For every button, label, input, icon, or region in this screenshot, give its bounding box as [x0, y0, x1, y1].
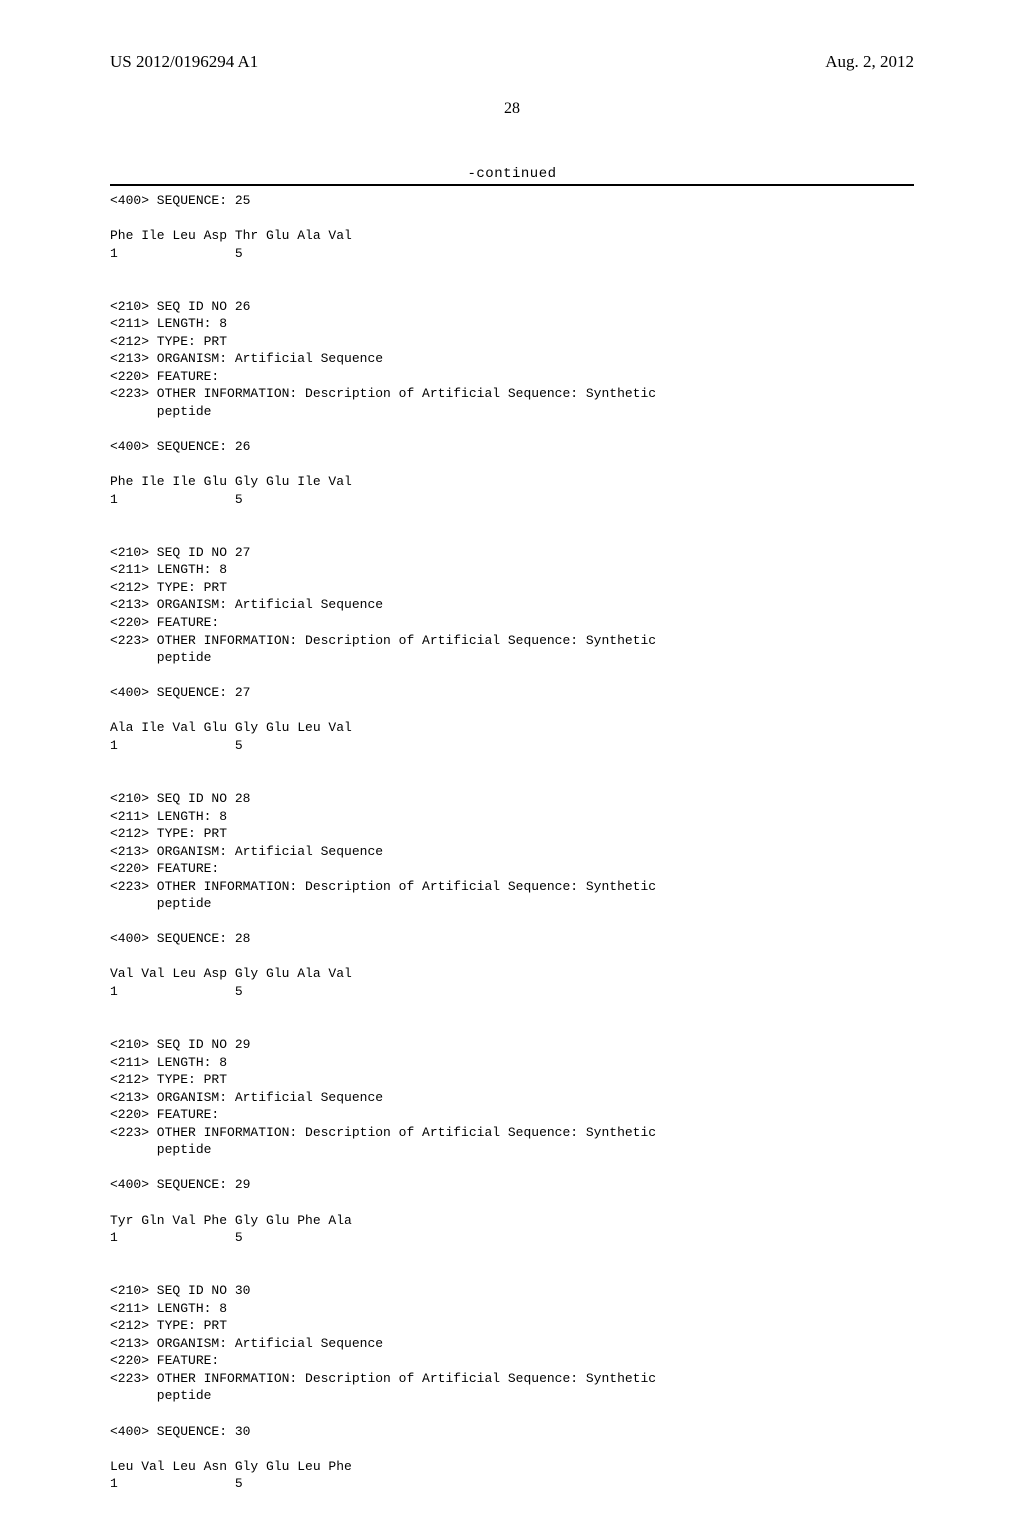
sequence-line: <220> FEATURE: [110, 614, 914, 632]
sequence-line [110, 667, 914, 685]
sequence-line: 1 5 [110, 1229, 914, 1247]
sequence-line: 1 5 [110, 737, 914, 755]
sequence-line: <220> FEATURE: [110, 860, 914, 878]
sequence-line: <213> ORGANISM: Artificial Sequence [110, 1089, 914, 1107]
sequence-line: peptide [110, 1387, 914, 1405]
sequence-line: <212> TYPE: PRT [110, 1071, 914, 1089]
sequence-line [110, 1159, 914, 1177]
continued-label: -continued [110, 166, 914, 182]
sequence-line [110, 913, 914, 931]
sequence-line [110, 1194, 914, 1212]
sequence-line: <211> LENGTH: 8 [110, 561, 914, 579]
sequence-block: <210> SEQ ID NO 27<211> LENGTH: 8<212> T… [110, 544, 914, 755]
sequence-line: <210> SEQ ID NO 27 [110, 544, 914, 562]
sequence-line: <223> OTHER INFORMATION: Description of … [110, 632, 914, 650]
sequence-line: 1 5 [110, 491, 914, 509]
sequence-line: <213> ORGANISM: Artificial Sequence [110, 1335, 914, 1353]
sequence-line: <400> SEQUENCE: 29 [110, 1176, 914, 1194]
sequence-line: peptide [110, 403, 914, 421]
sequence-line: peptide [110, 649, 914, 667]
sequence-line: 1 5 [110, 983, 914, 1001]
sequence-line: <220> FEATURE: [110, 1352, 914, 1370]
sequence-line: Ala Ile Val Glu Gly Glu Leu Val [110, 719, 914, 737]
sequence-line: <212> TYPE: PRT [110, 825, 914, 843]
patent-page: US 2012/0196294 A1 Aug. 2, 2012 28 -cont… [0, 0, 1024, 1320]
sequence-line: <223> OTHER INFORMATION: Description of … [110, 1370, 914, 1388]
sequence-block: <210> SEQ ID NO 29<211> LENGTH: 8<212> T… [110, 1036, 914, 1247]
sequence-line: <211> LENGTH: 8 [110, 315, 914, 333]
sequence-line [110, 1440, 914, 1458]
sequence-line: <220> FEATURE: [110, 368, 914, 386]
sequence-line: Phe Ile Ile Glu Gly Glu Ile Val [110, 473, 914, 491]
sequence-line: <223> OTHER INFORMATION: Description of … [110, 1124, 914, 1142]
sequence-line: Phe Ile Leu Asp Thr Glu Ala Val [110, 227, 914, 245]
sequence-line: <211> LENGTH: 8 [110, 1054, 914, 1072]
sequence-line: <212> TYPE: PRT [110, 333, 914, 351]
sequence-line: Val Val Leu Asp Gly Glu Ala Val [110, 965, 914, 983]
sequence-line: <400> SEQUENCE: 26 [110, 438, 914, 456]
publication-date: Aug. 2, 2012 [825, 52, 914, 72]
sequence-line: <213> ORGANISM: Artificial Sequence [110, 843, 914, 861]
sequence-block: <210> SEQ ID NO 26<211> LENGTH: 8<212> T… [110, 298, 914, 509]
sequence-block: <400> SEQUENCE: 25 Phe Ile Leu Asp Thr G… [110, 192, 914, 262]
sequence-line: <213> ORGANISM: Artificial Sequence [110, 350, 914, 368]
sequence-line: <210> SEQ ID NO 29 [110, 1036, 914, 1054]
sequence-line: Leu Val Leu Asn Gly Glu Leu Phe [110, 1458, 914, 1476]
sequence-line: 1 5 [110, 1475, 914, 1493]
sequence-line [110, 210, 914, 228]
publication-number: US 2012/0196294 A1 [110, 52, 258, 72]
page-number: 28 [110, 100, 914, 118]
page-header: US 2012/0196294 A1 Aug. 2, 2012 [110, 52, 914, 72]
sequence-line: <400> SEQUENCE: 28 [110, 930, 914, 948]
sequence-listing: <400> SEQUENCE: 25 Phe Ile Leu Asp Thr G… [110, 192, 914, 1528]
sequence-line [110, 702, 914, 720]
sequence-line: peptide [110, 1141, 914, 1159]
sequence-line: <400> SEQUENCE: 25 [110, 192, 914, 210]
sequence-block: <210> SEQ ID NO 30<211> LENGTH: 8<212> T… [110, 1282, 914, 1493]
sequence-line: <210> SEQ ID NO 26 [110, 298, 914, 316]
sequence-line: peptide [110, 895, 914, 913]
sequence-line [110, 948, 914, 966]
sequence-line: Tyr Gln Val Phe Gly Glu Phe Ala [110, 1212, 914, 1230]
sequence-line [110, 421, 914, 439]
sequence-line: <210> SEQ ID NO 28 [110, 790, 914, 808]
sequence-line: <400> SEQUENCE: 30 [110, 1423, 914, 1441]
sequence-line: <211> LENGTH: 8 [110, 1300, 914, 1318]
sequence-line: <220> FEATURE: [110, 1106, 914, 1124]
sequence-line: <400> SEQUENCE: 27 [110, 684, 914, 702]
sequence-line: <211> LENGTH: 8 [110, 808, 914, 826]
sequence-line: <223> OTHER INFORMATION: Description of … [110, 878, 914, 896]
sequence-line [110, 456, 914, 474]
sequence-line: <223> OTHER INFORMATION: Description of … [110, 385, 914, 403]
sequence-line: 1 5 [110, 245, 914, 263]
sequence-line: <210> SEQ ID NO 30 [110, 1282, 914, 1300]
sequence-line: <213> ORGANISM: Artificial Sequence [110, 596, 914, 614]
sequence-line: <212> TYPE: PRT [110, 579, 914, 597]
sequence-block: <210> SEQ ID NO 28<211> LENGTH: 8<212> T… [110, 790, 914, 1001]
divider-top [110, 184, 914, 186]
sequence-line [110, 1405, 914, 1423]
